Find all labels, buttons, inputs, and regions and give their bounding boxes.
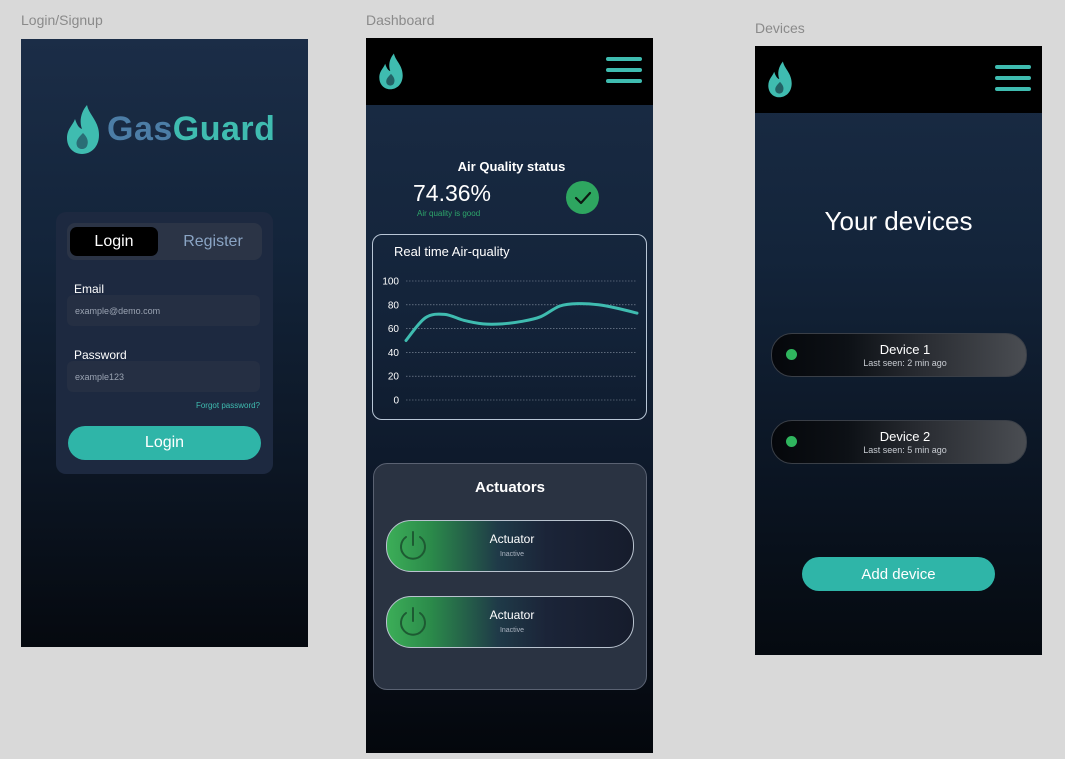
hamburger-menu-icon[interactable] (995, 65, 1031, 92)
frame-label-devices: Devices (755, 20, 805, 36)
auth-tabs: Login Register (67, 223, 262, 260)
login-screen: GasGuard Login Register Email example@de… (21, 39, 308, 647)
y-tick-label: 20 (388, 372, 400, 383)
y-tick-label: 100 (382, 277, 399, 288)
air-quality-value: 74.36% (413, 180, 492, 206)
actuator-status: Inactive (499, 551, 525, 558)
check-icon (566, 181, 599, 214)
password-label: Password (74, 348, 127, 362)
actuator-status: Inactive (499, 627, 525, 634)
tab-register[interactable]: Register (167, 227, 259, 256)
air-quality-message: Air quality is good (417, 209, 481, 218)
actuator-toggle[interactable]: Actuator Inactive (386, 520, 634, 572)
y-tick-label: 40 (388, 348, 400, 359)
forgot-password-link[interactable]: Forgot password? (196, 401, 260, 410)
login-card: Login Register Email example@demo.com Pa… (56, 212, 273, 474)
chart-canvas: 100 80 60 40 20 0 (382, 277, 639, 407)
y-tick-label: 80 (388, 300, 400, 311)
y-tick-label: 0 (393, 396, 399, 407)
actuator-name: Actuator (489, 532, 535, 546)
actuators-title: Actuators (474, 479, 545, 496)
app-logo: GasGuard (65, 103, 275, 155)
device-last-seen: Last seen: 2 min ago (863, 358, 947, 368)
tab-login[interactable]: Login (70, 227, 158, 256)
logo-text: GasGuard (107, 110, 275, 149)
device-last-seen: Last seen: 5 min ago (863, 445, 947, 455)
air-quality-chart: Real time Air-quality 100 80 60 40 20 0 (372, 234, 647, 420)
actuator-toggle[interactable]: Actuator Inactive (386, 596, 634, 648)
device-item[interactable]: Device 2 Last seen: 5 min ago (771, 420, 1027, 464)
hamburger-menu-icon[interactable] (606, 57, 642, 84)
flame-icon (768, 61, 792, 98)
air-quality-title: Air Quality status (457, 159, 566, 174)
device-item[interactable]: Device 1 Last seen: 2 min ago (771, 333, 1027, 377)
device-name: Device 2 (879, 429, 931, 444)
logo-text-guard: Guard (172, 109, 276, 148)
devices-screen: Your devices Device 1 Last seen: 2 min a… (755, 46, 1042, 655)
device-name: Device 1 (879, 342, 931, 357)
dashboard-screen: Air Quality status 74.36% Air quality is… (366, 38, 653, 753)
email-label: Email (74, 282, 105, 296)
top-bar (366, 38, 653, 105)
actuators-card: Actuators Actuator Inactive Actuator Ina… (373, 463, 647, 690)
y-tick-label: 60 (388, 324, 400, 335)
login-button[interactable]: Login (68, 426, 261, 460)
password-field[interactable]: example123 (67, 361, 260, 392)
add-device-button[interactable]: Add device (802, 557, 995, 591)
actuator-name: Actuator (489, 608, 535, 622)
email-field[interactable]: example@demo.com (67, 295, 260, 326)
logo-text-gas: Gas (107, 109, 173, 148)
frame-label-login: Login/Signup (21, 12, 103, 28)
flame-icon (379, 53, 403, 90)
flame-icon (67, 105, 99, 154)
frame-label-dashboard: Dashboard (366, 12, 435, 28)
top-bar (755, 46, 1042, 113)
page-title: Your devices (824, 206, 973, 236)
series-line (404, 302, 639, 342)
